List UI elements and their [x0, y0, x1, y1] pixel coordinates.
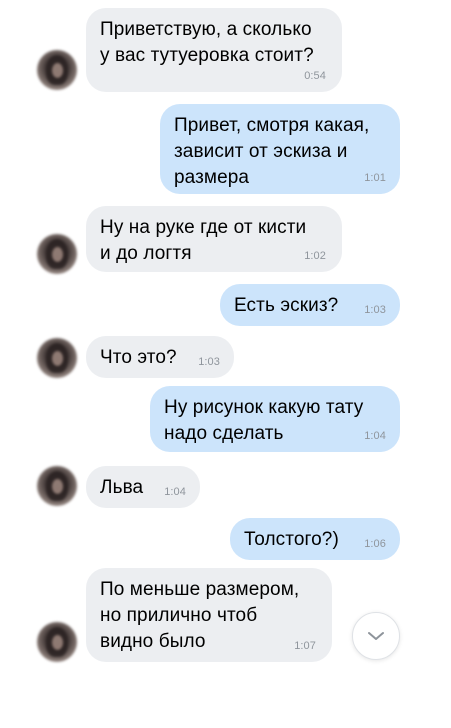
message-text: Есть эскиз?	[234, 295, 339, 316]
message-time: 1:02	[304, 250, 326, 262]
message-bubble-incoming[interactable]: Приветствую, а сколько у вас тутуеровка …	[86, 8, 342, 92]
message-bubble-outgoing[interactable]: Толстого?) 1:06	[230, 518, 400, 560]
message-time: 1:01	[364, 172, 386, 184]
message-bubble-incoming[interactable]: По меньше размером, но прилично чтоб вид…	[86, 568, 332, 662]
message-time: 1:04	[364, 430, 386, 442]
avatar[interactable]	[37, 50, 77, 90]
message-bubble-incoming[interactable]: Ну на руке где от кисти и до логтя 1:02	[86, 206, 342, 272]
message-text: По меньше размером, но прилично чтоб вид…	[100, 579, 300, 652]
message-bubble-outgoing[interactable]: Ну рисунок какую тату надо сделать 1:04	[150, 386, 400, 452]
message-bubble-outgoing[interactable]: Есть эскиз? 1:03	[220, 284, 400, 326]
message-time: 1:04	[164, 486, 186, 498]
avatar[interactable]	[37, 234, 77, 274]
message-time: 1:07	[294, 640, 316, 652]
chevron-down-icon	[368, 632, 384, 640]
message-bubble-incoming[interactable]: Что это? 1:03	[86, 336, 234, 378]
message-text: Приветствую, а сколько у вас тутуеровка …	[100, 19, 314, 66]
message-time: 0:54	[304, 70, 326, 82]
message-time: 1:03	[364, 304, 386, 316]
avatar[interactable]	[37, 338, 77, 378]
message-text: Ну рисунок какую тату надо сделать	[164, 397, 364, 444]
message-time: 1:06	[364, 538, 386, 550]
avatar[interactable]	[37, 622, 77, 662]
scroll-to-bottom-button[interactable]	[352, 612, 400, 660]
message-text: Ну на руке где от кисти и до логтя	[100, 217, 307, 264]
message-bubble-outgoing[interactable]: Привет, смотря какая, зависит от эскиза …	[160, 104, 400, 194]
avatar[interactable]	[37, 466, 77, 506]
message-time: 1:03	[198, 356, 220, 368]
message-text: Привет, смотря какая, зависит от эскиза …	[174, 115, 370, 188]
message-bubble-incoming[interactable]: Льва 1:04	[86, 466, 200, 508]
